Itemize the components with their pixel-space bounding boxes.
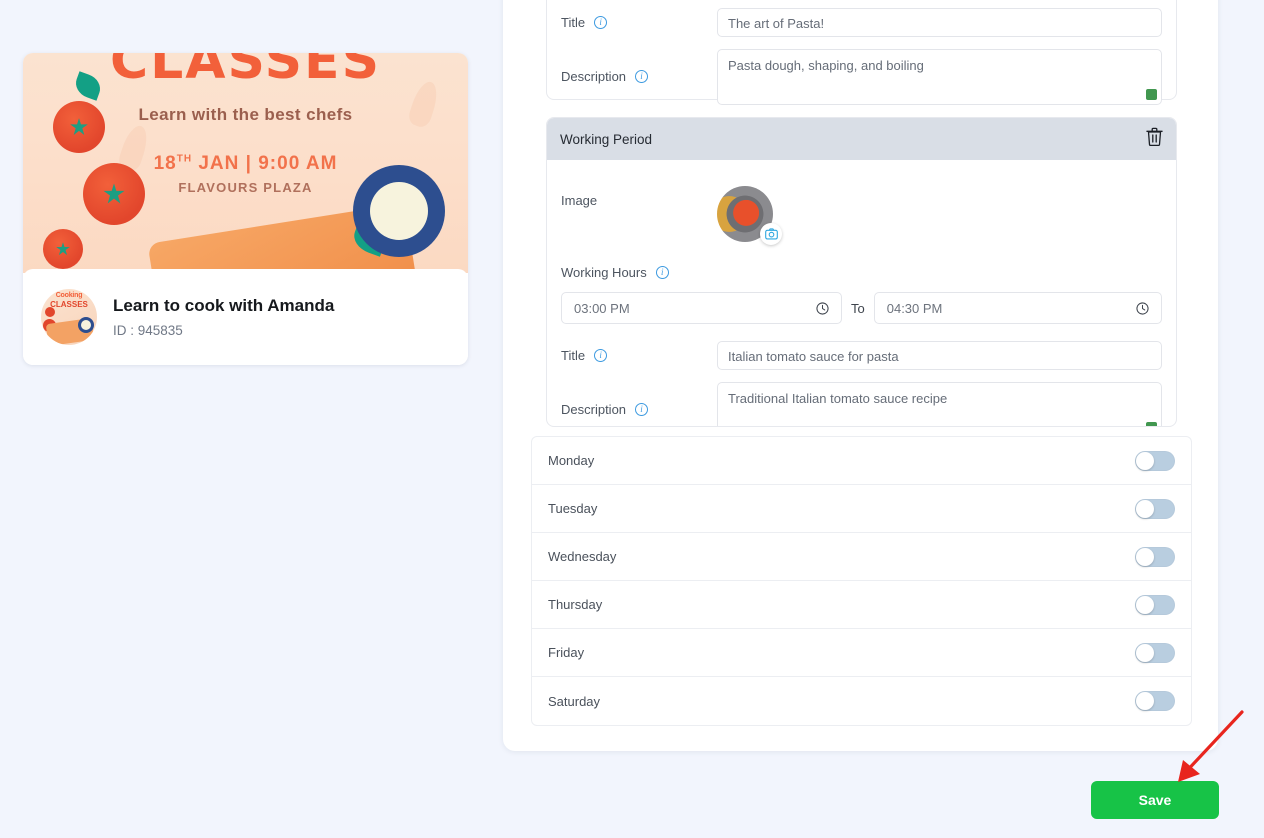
working-hours-label: Working Hours i [561, 265, 1162, 280]
toggle-knob [1136, 451, 1154, 470]
wp-title-row: Title i Italian tomato sauce for pasta [547, 341, 1176, 370]
avatar-line1: Cooking [55, 292, 83, 299]
title-input[interactable]: The art of Pasta! [717, 8, 1162, 37]
form-panel: Title i The art of Pasta! Description i … [503, 0, 1218, 751]
to-label: To [851, 300, 865, 316]
info-icon[interactable]: i [635, 403, 649, 416]
weekday-toggle-thursday[interactable] [1135, 594, 1175, 615]
soup-bowl-illustration [353, 165, 445, 257]
working-period-title: Working Period [560, 131, 653, 147]
weekday-toggle-wednesday[interactable] [1135, 546, 1175, 567]
to-time-input[interactable]: 04:30 PM [873, 292, 1162, 324]
wp-description-row: Description i Traditional Italian tomato… [547, 382, 1176, 426]
description-label: Description i [561, 49, 717, 84]
wp-description-textarea[interactable]: Traditional Italian tomato sauce recipe [717, 382, 1162, 426]
working-period-header: Working Period [547, 118, 1176, 160]
banner-title: CLASSES [109, 53, 382, 91]
from-time-input[interactable]: 03:00 PM [561, 292, 842, 324]
weekday-row-tuesday: Tuesday [532, 485, 1191, 533]
tomato-icon [43, 229, 83, 269]
resize-handle[interactable] [1146, 89, 1157, 100]
weekday-row-wednesday: Wednesday [532, 533, 1191, 581]
toggle-knob [1136, 692, 1154, 710]
toggle-knob [1136, 499, 1154, 518]
wp-title-label: Title i [561, 341, 717, 363]
weekday-label: Saturday [548, 693, 601, 709]
clock-icon [1136, 301, 1149, 315]
working-period-card: Working Period Image Working Hours i 03:… [546, 117, 1177, 427]
title-row: Title i The art of Pasta! [547, 8, 1176, 37]
save-button[interactable]: Save [1091, 781, 1219, 819]
weekday-label: Friday [548, 645, 585, 660]
weekday-toggle-monday[interactable] [1135, 450, 1175, 471]
info-icon[interactable]: i [594, 16, 608, 29]
weekday-label: Wednesday [548, 549, 617, 564]
weekday-row-friday: Friday [532, 629, 1191, 677]
info-icon[interactable]: i [635, 70, 649, 83]
info-icon[interactable]: i [594, 349, 608, 362]
time-range-row: 03:00 PM To 04:30 PM [561, 292, 1162, 324]
app-root: CLASSES Learn with the best chefs 18TH J… [0, 0, 1264, 838]
banner-venue: FLAVOURS PLAZA [178, 180, 313, 195]
weekday-list: Monday Tuesday Wednesday Thursday Friday Satu… [531, 436, 1192, 726]
description-row: Description i Pasta dough, shaping, and … [547, 49, 1176, 105]
weekday-toggle-friday[interactable] [1135, 642, 1175, 663]
weekday-row-monday: Monday [532, 437, 1191, 485]
trash-icon[interactable] [1146, 127, 1163, 151]
avatar: Cooking CLASSES [41, 289, 97, 345]
description-textarea[interactable]: Pasta dough, shaping, and boiling [717, 49, 1162, 105]
weekday-toggle-saturday[interactable] [1135, 691, 1175, 711]
class-summary: Cooking CLASSES Learn to cook with Amand… [23, 269, 468, 365]
camera-icon[interactable] [760, 223, 782, 245]
banner-date: 18TH JAN | 9:00 AM [153, 153, 338, 174]
working-hours-block: Working Hours i 03:00 PM To 04:30 PM [547, 265, 1176, 324]
toggle-knob [1136, 547, 1154, 566]
class-preview-card[interactable]: CLASSES Learn with the best chefs 18TH J… [23, 53, 468, 365]
weekday-row-thursday: Thursday [532, 581, 1191, 629]
weekday-label: Tuesday [548, 501, 598, 516]
class-banner-image: CLASSES Learn with the best chefs 18TH J… [23, 53, 468, 273]
weekday-label: Monday [548, 453, 595, 468]
weekday-row-saturday: Saturday [532, 677, 1191, 725]
image-row: Image [547, 186, 1176, 245]
wp-title-input[interactable]: Italian tomato sauce for pasta [717, 341, 1162, 370]
session-details-card: Title i The art of Pasta! Description i … [546, 0, 1177, 105]
weekday-label: Thursday [548, 597, 603, 612]
class-title: Learn to cook with Amanda [113, 295, 335, 315]
title-label: Title i [561, 8, 717, 30]
toggle-knob [1136, 643, 1154, 662]
banner-subtitle: Learn with the best chefs [138, 105, 353, 124]
toggle-knob [1136, 595, 1154, 614]
clock-icon [816, 301, 829, 315]
image-thumbnail-wrapper[interactable] [717, 186, 782, 245]
weekday-toggle-tuesday[interactable] [1135, 498, 1175, 519]
image-label: Image [561, 193, 598, 208]
wp-description-label: Description i [561, 382, 717, 417]
info-icon[interactable]: i [655, 266, 669, 279]
resize-handle[interactable] [1146, 422, 1157, 426]
class-id: ID : 945835 [113, 323, 183, 339]
